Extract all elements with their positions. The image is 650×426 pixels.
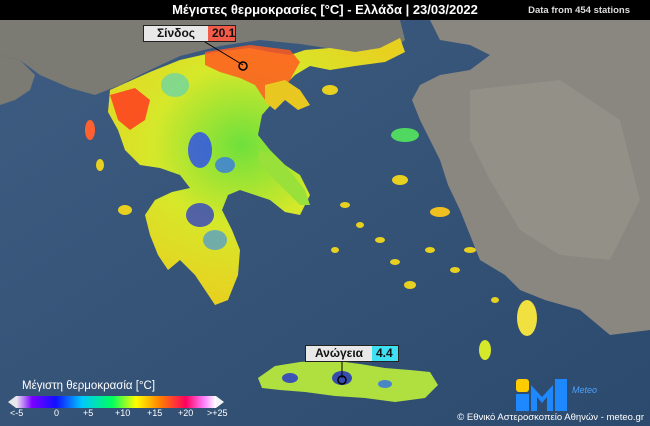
legend-tick: +5 (83, 408, 94, 418)
temperature-map: Μέγιστες θερμοκρασίες [°C] - Ελλάδα | 23… (0, 0, 650, 426)
station-label-sindos: Σίνδος 20.1 (143, 25, 236, 42)
station-label-anogeia: Ανώγεια 4.4 (305, 345, 399, 362)
station-value: 20.1 (208, 26, 235, 41)
legend-bar (8, 396, 224, 408)
map-canvas (0, 0, 650, 426)
cold-peloponnese (186, 203, 214, 227)
cold-thessaly (215, 157, 235, 173)
station-name: Σίνδος (144, 26, 208, 41)
station-name: Ανώγεια (306, 346, 372, 361)
cold-crete-west (282, 373, 298, 383)
legend-tick: 0 (54, 408, 60, 418)
cold-pindus (188, 132, 212, 168)
legend-tick: <-5 (10, 408, 24, 418)
credit-text: © Εθνικό Αστεροσκοπείο Αθηνών - meteo.gr (457, 412, 644, 423)
legend-title: Μέγιστη θερμοκρασία [°C] (22, 380, 156, 392)
legend-tick: >+25 (207, 408, 228, 418)
legend-tick: +20 (178, 408, 194, 418)
legend-ticks: <-5 0 +5 +10 +15 +20 >+25 (0, 408, 260, 422)
logo-name: Meteo (572, 385, 598, 395)
station-value: 4.4 (372, 346, 398, 361)
stations-note: Data from 454 stations (528, 5, 630, 16)
legend-tick: +10 (115, 408, 131, 418)
legend-tick: +15 (147, 408, 163, 418)
title-bar: Μέγιστες θερμοκρασίες [°C] - Ελλάδα | 23… (0, 0, 650, 20)
cold-peloponnese-2 (203, 230, 227, 250)
cold-macedonia (161, 73, 189, 97)
cold-crete-east (378, 380, 392, 388)
